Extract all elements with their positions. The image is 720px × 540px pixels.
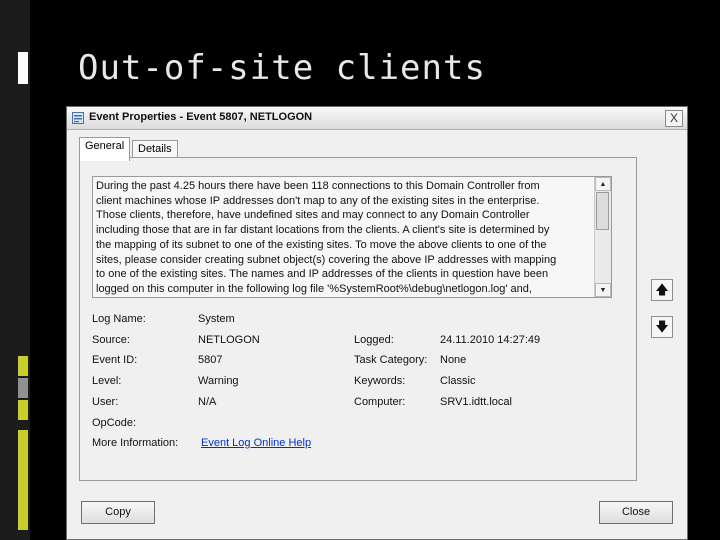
next-event-button[interactable]: 🡇 <box>651 316 673 338</box>
slide-marker-white <box>18 52 28 84</box>
description-line: to one of the existing sites. The names … <box>96 268 549 281</box>
tab-general-label: General <box>85 140 125 152</box>
slide-marker-yellow-3 <box>18 430 28 530</box>
tab-general[interactable]: General <box>79 137 131 161</box>
user-value: N/A <box>198 396 217 408</box>
more-information-label: More Information: <box>92 437 179 449</box>
event-properties-dialog: Event Properties - Event 5807, NETLOGON … <box>66 106 688 540</box>
source-label: Source: <box>92 334 130 346</box>
keywords-value: Classic <box>440 375 476 387</box>
event-description-box[interactable]: During the past 4.25 hours there have be… <box>92 176 612 298</box>
task-category-value: None <box>440 354 467 366</box>
opcode-label: OpCode: <box>92 417 137 429</box>
logged-label: Logged: <box>354 334 394 346</box>
description-line: logged on this computer in the following… <box>96 282 532 295</box>
tab-details-label: Details <box>138 143 172 155</box>
event-log-online-help-link[interactable]: Event Log Online Help <box>201 437 311 449</box>
description-line: client machines whose IP addresses don't… <box>96 194 540 207</box>
computer-label: Computer: <box>354 396 406 408</box>
keywords-label: Keywords: <box>354 375 406 387</box>
slide-marker-yellow-2 <box>18 400 28 420</box>
scroll-up-icon[interactable]: ▲ <box>595 177 611 191</box>
level-label: Level: <box>92 375 122 387</box>
slide-title: Out-of-site clients <box>78 48 486 88</box>
level-value: Warning <box>198 375 239 387</box>
computer-value: SRV1.idtt.local <box>440 396 512 408</box>
close-button[interactable]: Close <box>599 501 673 524</box>
description-line: sites, please consider creating subnet o… <box>96 253 557 266</box>
user-label: User: <box>92 396 119 408</box>
event-viewer-icon <box>72 112 84 124</box>
description-scrollbar[interactable]: ▲ ▼ <box>594 177 611 297</box>
logged-value: 24.11.2010 14:27:49 <box>440 334 541 346</box>
log-name-label: Log Name: <box>92 313 146 325</box>
description-line: Those clients, therefore, have undefined… <box>96 209 530 222</box>
previous-event-button[interactable]: 🡅 <box>651 279 673 301</box>
slide-marker-yellow-1 <box>18 356 28 376</box>
scroll-down-icon[interactable]: ▼ <box>595 283 611 297</box>
arrow-down-icon: 🡇 <box>655 319 669 334</box>
description-line: including those that are in far distant … <box>96 224 550 237</box>
description-line: the mapping of its subnet to one of the … <box>96 238 547 251</box>
copy-button[interactable]: Copy <box>81 501 155 524</box>
scroll-thumb[interactable] <box>596 192 609 230</box>
event-description: During the past 4.25 hours there have be… <box>96 179 590 297</box>
event-id-value: 5807 <box>198 354 223 366</box>
source-value: NETLOGON <box>198 334 260 346</box>
task-category-label: Task Category: <box>354 354 428 366</box>
description-line: During the past 4.25 hours there have be… <box>96 180 540 192</box>
dialog-titlebar[interactable]: Event Properties - Event 5807, NETLOGON … <box>67 107 687 130</box>
log-name-value: System <box>198 313 235 325</box>
arrow-up-icon: 🡅 <box>655 282 669 297</box>
general-panel: During the past 4.25 hours there have be… <box>79 157 637 481</box>
event-id-label: Event ID: <box>92 354 138 366</box>
close-icon[interactable]: X <box>665 110 683 127</box>
dialog-title: Event Properties - Event 5807, NETLOGON <box>89 111 313 123</box>
slide-marker-gray <box>18 378 28 398</box>
